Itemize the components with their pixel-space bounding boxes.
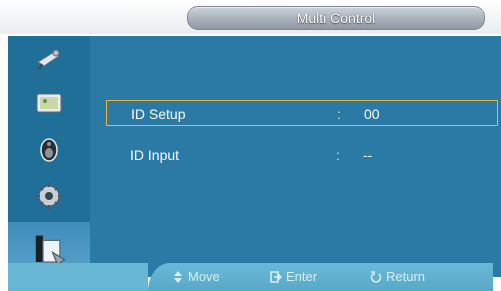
sidebar-item-picture[interactable] — [8, 36, 90, 80]
sidebar-item-setup[interactable] — [8, 174, 90, 218]
menu-item-separator: : — [337, 106, 341, 122]
main-panel: ID Setup : 00 ID Input : -- — [90, 36, 501, 277]
help-return: Return — [370, 263, 425, 291]
enter-icon — [270, 271, 282, 283]
multi-control-icon — [35, 235, 66, 265]
help-move-label: Move — [188, 269, 220, 284]
help-bar-left — [8, 263, 148, 291]
gear-icon — [36, 183, 62, 209]
menu-item-value: -- — [363, 147, 373, 163]
window-title: Multi Control — [296, 10, 376, 26]
menu-item-separator: : — [336, 147, 340, 163]
help-enter: Enter — [270, 263, 317, 291]
title-pill: Multi Control — [187, 6, 485, 30]
menu-item-id-setup[interactable]: ID Setup : 00 — [106, 100, 498, 126]
help-bar-right: Move Enter Return — [148, 263, 493, 291]
picture-icon — [37, 49, 60, 70]
menu-item-label: ID Setup — [131, 106, 186, 122]
sound-icon — [40, 138, 58, 162]
osd-window: Multi Control ID Setup: 00 ID Input: -… — [0, 0, 501, 291]
return-icon — [370, 271, 382, 283]
menu-item-label: ID Input — [130, 147, 180, 163]
help-return-label: Return — [386, 269, 426, 284]
title-bar: Multi Control — [0, 0, 501, 34]
screen-icon — [36, 93, 62, 113]
menu-item-id-input[interactable]: ID Input : -- — [106, 142, 498, 168]
sidebar-item-sound[interactable] — [8, 128, 90, 172]
help-enter-label: Enter — [286, 269, 318, 284]
menu-item-value: 00 — [364, 106, 380, 122]
help-bar: Move Enter Return — [0, 263, 501, 291]
move-arrows-icon — [174, 271, 182, 283]
sidebar — [8, 36, 90, 277]
help-move: Move — [172, 263, 220, 291]
sidebar-item-screen[interactable] — [8, 82, 90, 126]
